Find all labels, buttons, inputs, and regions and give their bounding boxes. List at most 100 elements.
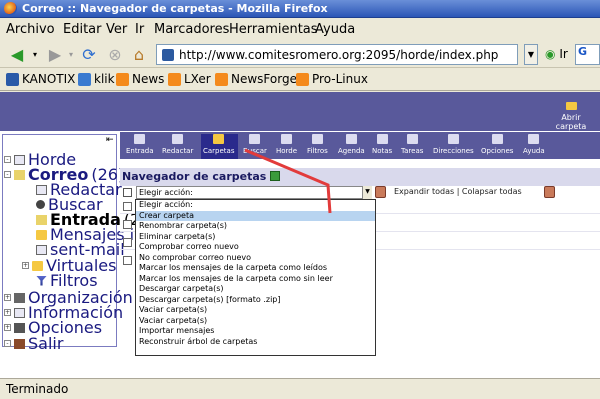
- go-button[interactable]: ◉ Ir: [545, 47, 568, 61]
- menu-ir[interactable]: Ir: [135, 22, 144, 37]
- toolbar-agenda[interactable]: Agenda: [338, 134, 365, 155]
- execute-action-icon[interactable]: [375, 186, 386, 198]
- dropdown-option[interactable]: Marcar los mensajes de la carpeta como l…: [136, 263, 375, 274]
- dropdown-option[interactable]: Reconstruir árbol de carpetas: [136, 337, 375, 348]
- menu-archivo[interactable]: Archivo: [6, 22, 55, 37]
- menu-ayuda[interactable]: Ayuda: [315, 22, 355, 37]
- toolbar-filtros[interactable]: Filtros: [307, 134, 328, 155]
- search-field[interactable]: G: [575, 44, 600, 65]
- bookmark-news[interactable]: News: [116, 72, 164, 86]
- bookmarks-toolbar: KANOTIX klik News LXer NewsForge Pro-Lin…: [0, 69, 600, 91]
- back-icon[interactable]: ◀: [6, 44, 28, 64]
- rss-icon: [168, 72, 181, 86]
- menu-bar: Archivo Editar Ver Ir Marcadores Herrami…: [0, 18, 600, 40]
- bookmark-lxer[interactable]: LXer: [168, 72, 211, 86]
- folder-checkbox[interactable]: [123, 220, 132, 229]
- dropdown-option[interactable]: No comprobar correo nuevo: [136, 253, 375, 264]
- menu-marcadores[interactable]: Marcadores: [154, 22, 229, 37]
- window-title: Correo :: Navegador de carpetas - Mozill…: [22, 2, 328, 15]
- forward-dropdown-icon[interactable]: ▾: [66, 44, 76, 64]
- logout-icon: [14, 338, 25, 349]
- kanotix-icon: [6, 72, 19, 86]
- select-all-checkbox[interactable]: [123, 188, 132, 197]
- chevron-down-icon[interactable]: ▼: [362, 186, 372, 199]
- page-content: Abrir carpeta ⇤ - Horde - Correo (26) Reda…: [0, 92, 600, 378]
- folder-checkbox[interactable]: [123, 202, 132, 211]
- page-title: Navegador de carpetas: [120, 168, 600, 186]
- sidebar-collapse-icon[interactable]: ⇤: [106, 135, 114, 145]
- search-icon: [36, 200, 45, 209]
- menu-editar[interactable]: Editar: [63, 22, 102, 37]
- horde-icon: [14, 154, 25, 165]
- tasks-icon: [406, 134, 418, 144]
- folder-icon: [213, 134, 225, 144]
- folder-icon: [36, 229, 47, 240]
- action-bar: Elegir acción: ▼ Expandir todas | Colaps…: [120, 186, 600, 200]
- bookmark-klik[interactable]: klik: [78, 72, 115, 86]
- mail-icon: [14, 169, 25, 180]
- dropdown-option[interactable]: Renombrar carpeta(s): [136, 221, 375, 232]
- back-dropdown-icon[interactable]: ▾: [30, 44, 40, 64]
- help-icon: [528, 134, 540, 144]
- dropdown-option[interactable]: Marcar los mensajes de la carpeta como s…: [136, 274, 375, 285]
- toolbar-buscar[interactable]: Buscar: [243, 134, 267, 155]
- tools-icon: [14, 322, 25, 333]
- stop-icon[interactable]: ⊗: [104, 44, 126, 64]
- toolbar-ayuda[interactable]: Ayuda: [523, 134, 545, 155]
- info-icon: [14, 307, 25, 318]
- toolbar-entrada[interactable]: Entrada: [126, 134, 154, 155]
- forward-icon[interactable]: ▶: [44, 44, 66, 64]
- url-field[interactable]: http://www.comitesromero.org:2095/horde/…: [156, 44, 518, 65]
- toolbar-horde[interactable]: Horde: [276, 134, 297, 155]
- dropdown-option[interactable]: Descargar carpeta(s): [136, 284, 375, 295]
- toolbar-notas[interactable]: Notas: [372, 134, 392, 155]
- abrir-carpeta-button[interactable]: Abrir carpeta: [546, 102, 596, 131]
- status-text: Terminado: [6, 382, 69, 396]
- addressbook-icon: [447, 134, 459, 144]
- sent-icon: [36, 244, 47, 255]
- dropdown-option[interactable]: Comprobar correo nuevo: [136, 242, 375, 253]
- toolbar-direcciones[interactable]: Direcciones: [433, 134, 474, 155]
- action-dropdown-list: Elegir acción: Crear carpeta Renombrar c…: [135, 199, 376, 356]
- refresh-icon[interactable]: [270, 171, 281, 181]
- folder-icon: [32, 260, 43, 271]
- url-text: http://www.comitesromero.org:2095/horde/…: [179, 47, 499, 62]
- toolbar-opciones[interactable]: Opciones: [481, 134, 513, 155]
- bookmark-kanotix[interactable]: KANOTIX: [6, 72, 75, 86]
- reload-icon[interactable]: ⟳: [78, 44, 100, 64]
- klik-icon: [78, 72, 91, 86]
- search-icon: [249, 134, 261, 144]
- tools-icon: [491, 134, 503, 144]
- dropdown-option[interactable]: Descargar carpeta(s) [formato .zip]: [136, 295, 375, 306]
- organizer-icon: [14, 292, 25, 303]
- toolbar-carpetas[interactable]: Carpetas: [203, 134, 235, 155]
- action-select[interactable]: Elegir acción:: [136, 186, 372, 199]
- rss-icon: [215, 72, 228, 86]
- expand-collapse-links[interactable]: Expandir todas | Colapsar todas: [394, 187, 522, 196]
- dropdown-option[interactable]: Elegir acción:: [136, 200, 375, 211]
- home-icon[interactable]: ⌂: [128, 44, 150, 64]
- dropdown-option[interactable]: Vaciar carpeta(s): [136, 316, 375, 327]
- dropdown-option[interactable]: Eliminar carpeta(s): [136, 232, 375, 243]
- folder-checkbox[interactable]: [123, 256, 132, 265]
- menu-herramientas[interactable]: Herramientas: [229, 22, 318, 37]
- dropdown-option-selected[interactable]: Crear carpeta: [136, 210, 375, 221]
- inbox-icon: [36, 214, 47, 225]
- bookmark-pro-linux[interactable]: Pro-Linux: [296, 72, 368, 86]
- filter-icon: [36, 275, 47, 286]
- bookmark-newsforge[interactable]: NewsForge: [215, 72, 297, 86]
- go-icon: ◉: [545, 47, 556, 61]
- filter-icon: [311, 134, 323, 144]
- toolbar-redactar[interactable]: Redactar: [162, 134, 193, 155]
- execute-action-icon[interactable]: [544, 186, 555, 198]
- menu-ver[interactable]: Ver: [106, 22, 127, 37]
- toolbar-tareas[interactable]: Tareas: [401, 134, 423, 155]
- inbox-icon: [134, 134, 146, 144]
- folder-checkbox[interactable]: [123, 238, 132, 247]
- dropdown-option[interactable]: Vaciar carpeta(s): [136, 305, 375, 316]
- url-dropdown-icon[interactable]: ▼: [524, 44, 538, 65]
- rss-icon: [296, 72, 309, 86]
- horde-icon: [281, 134, 293, 144]
- sidebar-item-salir[interactable]: - Salir: [4, 334, 63, 353]
- dropdown-option[interactable]: Importar mensajes: [136, 326, 375, 337]
